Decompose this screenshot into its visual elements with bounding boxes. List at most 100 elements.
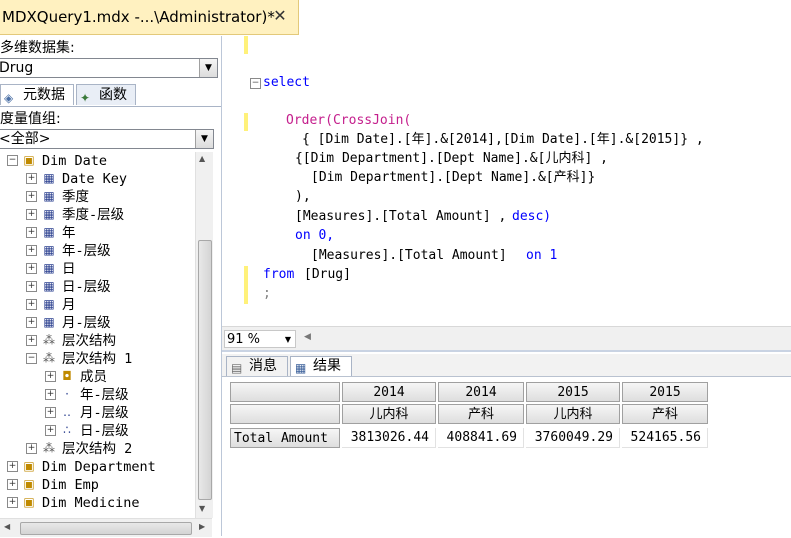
attribute-icon: ▦ (43, 261, 55, 275)
chevron-down-icon[interactable]: ▼ (199, 59, 217, 77)
level3-icon: ∴ (63, 423, 71, 437)
collapse-icon[interactable]: − (26, 353, 37, 364)
tree-item-label: 成员 (80, 369, 107, 385)
close-icon[interactable]: ✕ (270, 6, 290, 26)
expand-icon[interactable]: + (7, 479, 18, 490)
function-icon: ✦ (80, 91, 91, 105)
measure-group-value: <全部> (0, 131, 51, 147)
column-header: 2014 (438, 382, 524, 402)
tree-item-label: 月-层级 (62, 315, 111, 331)
hierarchy-icon: ⁂ (43, 333, 55, 347)
expand-icon[interactable]: + (7, 497, 18, 508)
expand-icon[interactable]: + (26, 209, 37, 220)
tab-functions-label: 函数 (99, 87, 127, 103)
expand-icon[interactable]: + (26, 281, 37, 292)
tree-item-label: Dim Emp (42, 477, 99, 493)
document-tab-title: MDXQuery1.mdx -...\Administrator)* (2, 8, 275, 26)
grid-corner (230, 404, 340, 424)
grid-icon: ▦ (295, 361, 307, 375)
column-header: 产科 (438, 404, 524, 424)
cube-label: 多维数据集: (0, 40, 75, 56)
attribute-icon: ▦ (43, 171, 55, 185)
expand-icon[interactable]: + (45, 407, 56, 418)
tree-item-label: 年-层级 (80, 387, 129, 403)
column-header: 2015 (526, 382, 620, 402)
expand-icon[interactable]: + (45, 389, 56, 400)
expand-icon[interactable]: + (26, 245, 37, 256)
expand-icon[interactable]: + (26, 317, 37, 328)
expand-icon[interactable]: + (26, 173, 37, 184)
document-tab[interactable]: MDXQuery1.mdx -...\Administrator)* ✕ (0, 0, 299, 35)
tree-item-label: 月-层级 (80, 405, 129, 421)
scroll-left-icon[interactable]: ◀ (304, 332, 311, 342)
collapse-icon[interactable]: − (7, 155, 18, 166)
mdx-editor[interactable]: − select Order(CrossJoin( { [Dim Date].[… (222, 36, 791, 326)
results-tab-strip: ▤ 消息 ▦ 结果 (222, 354, 791, 377)
tree-item-label: 日-层级 (62, 279, 111, 295)
tree-horizontal-scrollbar[interactable]: ◀ ▶ (0, 518, 212, 537)
tree-item-label: Dim Date (42, 153, 108, 169)
measure-group-label: 度量值组: (0, 111, 61, 127)
tree-item-label: 层次结构 (62, 333, 116, 349)
attribute-icon: ▦ (43, 189, 55, 203)
tab-functions[interactable]: ✦ 函数 (76, 84, 136, 105)
scroll-down-icon[interactable]: ▼ (199, 504, 205, 513)
results-pane: ▤ 消息 ▦ 结果 2014 2014 2015 2015 儿内科 产科 儿内科… (222, 350, 791, 538)
expand-icon[interactable]: + (26, 443, 37, 454)
code-token: [Drug] (304, 267, 351, 282)
code-line: { [Dim Date].[年].&[2014],[Dim Date].[年].… (302, 132, 704, 147)
attribute-icon: ▦ (43, 225, 55, 239)
grid-cell: 408841.69 (438, 428, 524, 448)
cube-select[interactable]: Drug ▼ (0, 58, 218, 78)
expand-icon[interactable]: + (26, 191, 37, 202)
scrollbar-thumb[interactable] (198, 240, 212, 500)
expand-icon[interactable]: + (7, 461, 18, 472)
dimension-icon: ▣ (23, 477, 35, 491)
code-line: [Measures].[Total Amount] (311, 248, 531, 263)
expand-icon[interactable]: + (26, 263, 37, 274)
level1-icon: · (65, 387, 69, 401)
metadata-tree: − ▣ Dim Date + ▦ Date Key + ▦ 季度 + ▦ 季度-… (0, 152, 195, 522)
code-line: ; (263, 286, 271, 301)
fold-icon[interactable]: − (250, 78, 261, 89)
expand-icon[interactable]: + (45, 371, 56, 382)
zoom-value: 91 % (227, 332, 261, 347)
zoom-select[interactable]: 91 % ▼ (224, 330, 296, 348)
column-header: 2014 (342, 382, 436, 402)
expand-icon[interactable]: + (26, 335, 37, 346)
tree-item-label: 年-层级 (62, 243, 111, 259)
column-header: 儿内科 (342, 404, 436, 424)
metadata-tab-strip: ◈ 元数据 ✦ 函数 (0, 84, 221, 107)
attribute-icon: ▦ (43, 243, 55, 257)
tab-metadata-label: 元数据 (23, 87, 65, 103)
chevron-down-icon[interactable]: ▼ (285, 331, 291, 349)
scroll-left-icon[interactable]: ◀ (4, 522, 10, 531)
scrollbar-thumb[interactable] (20, 522, 192, 535)
row-header: Total Amount (230, 428, 340, 448)
code-line: [Dim Department].[Dept Name].&[产科]} (311, 170, 596, 185)
chevron-down-icon[interactable]: ▼ (195, 130, 213, 148)
attribute-icon: ▦ (43, 207, 55, 221)
scroll-right-icon[interactable]: ▶ (199, 522, 205, 531)
code-line: select (263, 75, 310, 90)
tree-item-label: 季度-层级 (62, 207, 125, 223)
tab-metadata[interactable]: ◈ 元数据 (0, 84, 74, 105)
scroll-up-icon[interactable]: ▲ (199, 154, 205, 163)
expand-icon[interactable]: + (26, 227, 37, 238)
tab-messages-label: 消息 (249, 358, 277, 374)
expand-icon[interactable]: + (45, 425, 56, 436)
hierarchy-icon: ⁂ (43, 351, 55, 365)
tab-messages[interactable]: ▤ 消息 (226, 356, 288, 376)
code-line: from (263, 267, 303, 282)
tree-vertical-scrollbar[interactable]: ▲ ▼ (195, 152, 213, 518)
expand-icon[interactable]: + (26, 299, 37, 310)
messages-icon: ▤ (231, 361, 243, 375)
tab-results[interactable]: ▦ 结果 (290, 356, 352, 376)
column-header: 2015 (622, 382, 708, 402)
tree-item-label: Date Key (62, 171, 128, 187)
measure-group-select[interactable]: <全部> ▼ (0, 129, 214, 149)
hierarchy-icon: ⁂ (43, 441, 55, 455)
code-token: desc) (512, 209, 552, 224)
cube-select-value: Drug (0, 60, 34, 76)
change-marker (244, 36, 248, 54)
